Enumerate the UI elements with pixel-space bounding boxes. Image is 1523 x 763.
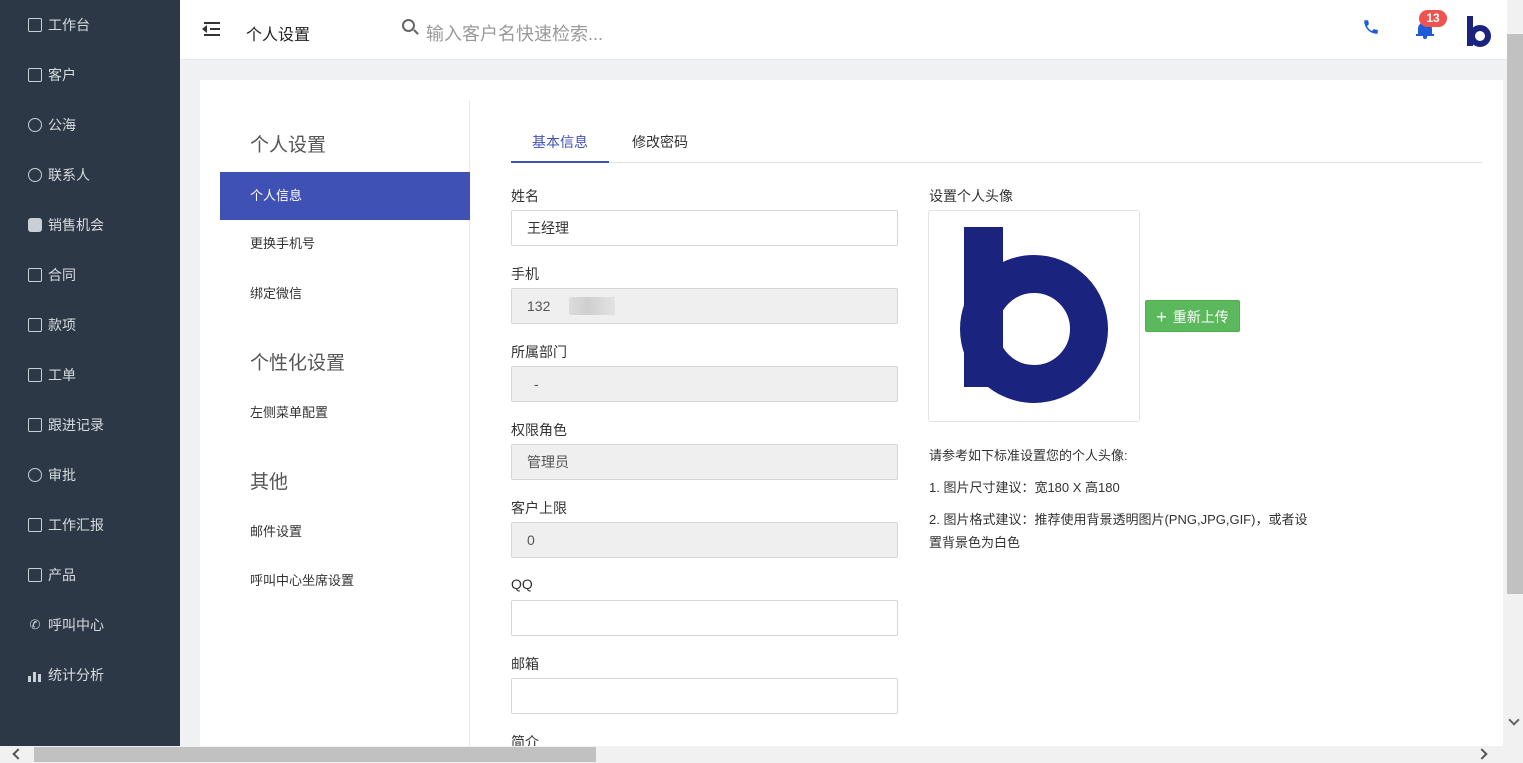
sidebar-item-label: 统计分析 [48, 667, 104, 683]
sidebar-item-label: 联系人 [48, 167, 90, 183]
nav-item-call-center-seat[interactable]: 呼叫中心坐席设置 [220, 557, 470, 605]
avatar-tips: 请参考如下标准设置您的个人头像: 1. 图片尺寸建议：宽180 X 高180 2… [929, 444, 1319, 563]
horizontal-scroll-thumb[interactable] [34, 747, 596, 762]
sidebar-item-call-center[interactable]: ✆ 呼叫中心 [0, 600, 180, 650]
vertical-scrollbar[interactable] [1507, 0, 1523, 746]
scroll-left-icon[interactable] [12, 748, 24, 760]
name-field[interactable] [511, 210, 898, 246]
tab-bar: 基本信息 修改密码 [511, 122, 1482, 163]
plus-icon: + [1156, 307, 1167, 327]
phone-field: 132 [511, 288, 898, 324]
scroll-down-icon[interactable] [1508, 714, 1520, 726]
sidebar-item-label: 审批 [48, 467, 76, 483]
basket-icon [28, 118, 42, 132]
sidebar-item-reports[interactable]: 工作汇报 [0, 500, 180, 550]
sidebar-item-label: 客户 [48, 67, 76, 83]
sidebar-item-customers[interactable]: 客户 [0, 50, 180, 100]
tip-size: 1. 图片尺寸建议：宽180 X 高180 [929, 480, 1120, 495]
tab-change-password[interactable]: 修改密码 [621, 122, 699, 163]
main-sidebar: 工作台 客户 公海 联系人 销售机会 合同 款项 工单 跟进记录 审批 工作汇报 [0, 0, 180, 746]
contract-icon [28, 268, 42, 282]
reupload-button-label: 重新上传 [1172, 309, 1229, 325]
sidebar-item-label: 公海 [48, 117, 76, 133]
tips-title: 请参考如下标准设置您的个人头像: [929, 448, 1128, 463]
customer-limit-label: 客户上限 [511, 500, 567, 516]
section-title-personal: 个人设置 [250, 135, 327, 156]
sidebar-item-label: 呼叫中心 [48, 617, 104, 633]
sidebar-item-workbench[interactable]: 工作台 [0, 0, 180, 50]
ticket-icon [28, 368, 42, 382]
search-input[interactable] [426, 20, 846, 48]
nav-item-left-menu-config[interactable]: 左侧菜单配置 [220, 389, 470, 437]
email-field[interactable] [511, 678, 898, 714]
section-title-other: 其他 [250, 472, 289, 493]
phone-value: 132 [527, 298, 551, 314]
reupload-button[interactable]: + 重新上传 [1145, 300, 1240, 332]
page-title: 个人设置 [246, 27, 311, 44]
section-title-personalization: 个性化设置 [250, 353, 346, 374]
bar-chart-icon [28, 668, 42, 682]
scroll-right-icon[interactable] [1476, 748, 1488, 760]
stamp-icon [28, 468, 42, 482]
sidebar-item-public-pool[interactable]: 公海 [0, 100, 180, 150]
customer-limit-field: 0 [511, 522, 898, 558]
redaction-blur [569, 297, 615, 315]
avatar-label: 设置个人头像 [929, 188, 1013, 204]
tab-basic-info[interactable]: 基本信息 [511, 122, 609, 163]
search-icon[interactable] [402, 19, 419, 35]
sidebar-item-contacts[interactable]: 联系人 [0, 150, 180, 200]
email-label: 邮箱 [511, 656, 539, 672]
qq-label: QQ [511, 576, 533, 592]
menu-collapse-icon[interactable] [202, 20, 222, 38]
sidebar-item-analytics[interactable]: 统计分析 [0, 650, 180, 700]
phone-icon[interactable] [1362, 18, 1380, 38]
notification-badge: 13 [1419, 10, 1447, 27]
sidebar-item-label: 工单 [48, 367, 76, 383]
sidebar-item-label: 工作台 [48, 17, 90, 33]
role-field: 管理员 [511, 444, 898, 480]
money-bag-icon [28, 218, 42, 232]
nav-item-bind-wechat[interactable]: 绑定微信 [220, 270, 470, 318]
payment-icon [28, 318, 42, 332]
nav-item-change-phone[interactable]: 更换手机号 [220, 220, 470, 268]
sidebar-item-contracts[interactable]: 合同 [0, 250, 180, 300]
tip-format: 2. 图片格式建议：推荐使用背景透明图片(PNG,JPG,GIF)，或者设置背景… [929, 512, 1308, 550]
edit-icon [28, 418, 42, 432]
sidebar-item-label: 工作汇报 [48, 517, 104, 533]
nav-item-email-settings[interactable]: 邮件设置 [220, 508, 470, 556]
sidebar-item-approvals[interactable]: 审批 [0, 450, 180, 500]
presentation-icon [28, 518, 42, 532]
vertical-scroll-thumb[interactable] [1507, 34, 1523, 594]
sidebar-item-label: 产品 [48, 567, 76, 583]
building-icon [28, 68, 42, 82]
sidebar-item-label: 销售机会 [48, 217, 104, 233]
brand-logo[interactable] [1465, 14, 1491, 48]
settings-card: 个人设置 个人信息 更换手机号 绑定微信 个性化设置 左侧菜单配置 其他 邮件设… [200, 80, 1503, 750]
monitor-icon [28, 18, 42, 32]
qq-field[interactable] [511, 600, 898, 636]
phone-label: 手机 [511, 266, 539, 282]
sidebar-item-label: 合同 [48, 267, 76, 283]
nav-item-personal-info[interactable]: 个人信息 [220, 172, 470, 220]
settings-nav: 个人设置 个人信息 更换手机号 绑定微信 个性化设置 左侧菜单配置 其他 邮件设… [220, 100, 470, 746]
name-label: 姓名 [511, 188, 539, 204]
sidebar-item-label: 款项 [48, 317, 76, 333]
sidebar-item-tickets[interactable]: 工单 [0, 350, 180, 400]
sidebar-item-label: 跟进记录 [48, 417, 104, 433]
department-label: 所属部门 [511, 344, 567, 360]
top-header: 个人设置 13 [180, 0, 1507, 60]
role-label: 权限角色 [511, 422, 567, 438]
horizontal-scrollbar[interactable] [0, 746, 1523, 763]
person-icon [28, 168, 42, 182]
sidebar-item-opportunities[interactable]: 销售机会 [0, 200, 180, 250]
department-field: - [511, 366, 898, 402]
avatar-preview [928, 210, 1140, 422]
sidebar-item-products[interactable]: 产品 [0, 550, 180, 600]
grid-icon [28, 568, 42, 582]
brand-logo-large [960, 227, 1108, 403]
sidebar-item-payments[interactable]: 款项 [0, 300, 180, 350]
sidebar-item-followups[interactable]: 跟进记录 [0, 400, 180, 450]
phone-icon: ✆ [29, 617, 41, 632]
